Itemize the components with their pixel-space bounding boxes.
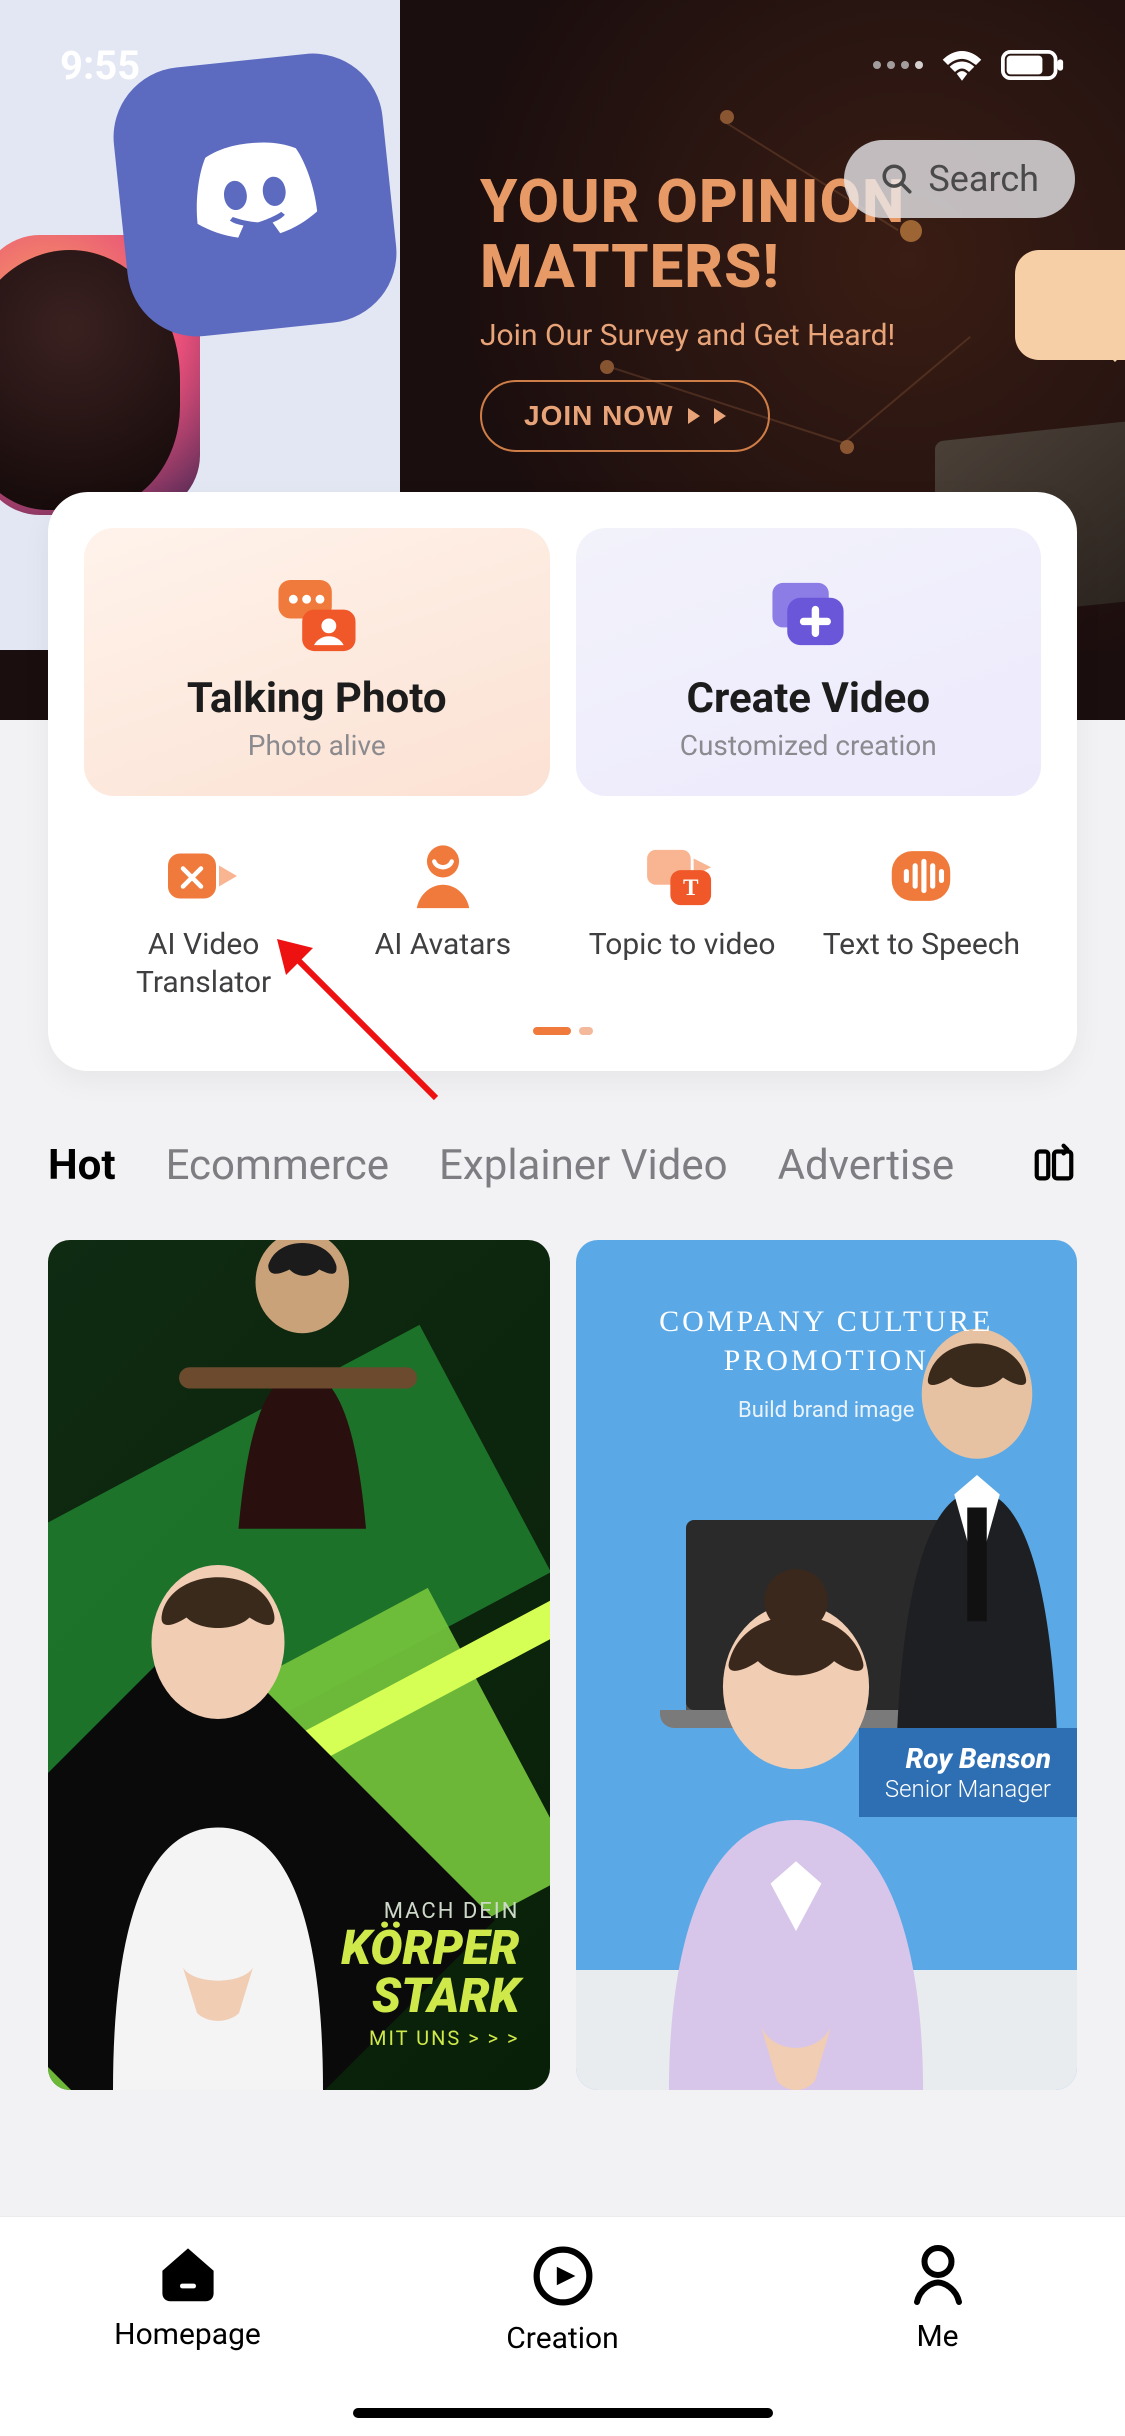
clock: 9:55 (60, 42, 140, 89)
nav-homepage[interactable]: Homepage (0, 2217, 375, 2436)
avatar-icon (323, 836, 562, 916)
talking-photo-tile[interactable]: Talking Photo Photo alive (84, 528, 550, 796)
search-input[interactable]: Search (844, 140, 1075, 218)
banner-title-l2: MATTERS! (480, 231, 780, 302)
banner-subtitle: Join Our Survey and Get Heard! (480, 318, 895, 353)
discord-icon (164, 121, 347, 268)
woman-art (636, 1550, 956, 2090)
nav-label: Me (916, 2319, 958, 2354)
play-icon (714, 408, 726, 424)
category-tabs: Hot Ecommerce Explainer Video Advertise (48, 1140, 1077, 1190)
status-bar: 9:55 (0, 30, 1125, 100)
tile-label: Text to Speech (802, 926, 1041, 964)
gym-mit: MIT UNS > > > (341, 2026, 519, 2050)
tile-label: AI Avatars (323, 926, 562, 964)
wifi-icon (941, 49, 983, 81)
athlete-art (168, 1240, 428, 1550)
home-icon (156, 2245, 220, 2307)
tile-label: Topic to video (563, 926, 802, 964)
banner-title-l1: YOUR OPINION (480, 166, 905, 237)
corp-title: COMPANY CULTUREPROMOTION (576, 1302, 1078, 1380)
user-icon (910, 2245, 966, 2309)
tab-hot[interactable]: Hot (48, 1141, 116, 1190)
speech-bubble-deco (1015, 250, 1125, 360)
presenter-art (78, 1530, 358, 2090)
pager-dots (84, 1027, 1041, 1035)
svg-text:T: T (683, 875, 699, 901)
tile-label: AI VideoTranslator (84, 926, 323, 1001)
tab-explainer[interactable]: Explainer Video (439, 1141, 728, 1190)
search-icon (880, 162, 914, 196)
create-video-sub: Customized creation (596, 729, 1022, 762)
tab-ecommerce[interactable]: Ecommerce (166, 1141, 389, 1190)
gym-text-block: MACH DEIN KÖRPER STARK MIT UNS > > > (341, 1899, 519, 2050)
text-to-speech-tile[interactable]: Text to Speech (802, 836, 1041, 1001)
home-indicator (353, 2408, 773, 2418)
pagination-dots (873, 61, 923, 69)
talking-photo-title: Talking Photo (104, 674, 530, 723)
join-now-button[interactable]: JOIN NOW (480, 380, 770, 452)
template-card-corporate[interactable]: COMPANY CULTUREPROMOTION Build brand ima… (576, 1240, 1078, 2090)
nav-me[interactable]: Me (750, 2217, 1125, 2436)
bottom-nav: Homepage Creation Me (0, 2216, 1125, 2436)
corp-sub: Build brand image (576, 1398, 1078, 1423)
nav-creation[interactable]: Creation (375, 2217, 750, 2436)
templates-grid: MACH DEIN KÖRPER STARK MIT UNS > > > COM… (48, 1240, 1077, 2090)
search-placeholder: Search (928, 158, 1039, 200)
topic-to-video-tile[interactable]: T Topic to video (563, 836, 802, 1001)
tab-advertise[interactable]: Advertise (778, 1141, 955, 1190)
translate-icon (84, 836, 323, 916)
creation-icon (532, 2245, 594, 2311)
person-role: Senior Manager (885, 1775, 1051, 1803)
create-video-tile[interactable]: Create Video Customized creation (576, 528, 1042, 796)
gym-line1: KÖRPER (341, 1924, 519, 1972)
waveform-icon (802, 836, 1041, 916)
layout-toggle-icon[interactable] (1031, 1140, 1077, 1190)
banner-title: YOUR OPINION MATTERS! (480, 170, 905, 300)
play-icon (688, 408, 700, 424)
quick-actions-card: Talking Photo Photo alive Create Video C… (48, 492, 1077, 1071)
talking-photo-icon (104, 574, 530, 660)
template-card-gym[interactable]: MACH DEIN KÖRPER STARK MIT UNS > > > (48, 1240, 550, 2090)
name-tag: Roy Benson Senior Manager (859, 1728, 1077, 1817)
person-name: Roy Benson (885, 1742, 1051, 1775)
talking-photo-sub: Photo alive (104, 729, 530, 762)
nav-label: Creation (506, 2321, 618, 2356)
gym-line2: STARK (341, 1972, 519, 2020)
topic-icon: T (563, 836, 802, 916)
ai-video-translator-tile[interactable]: AI VideoTranslator (84, 836, 323, 1001)
battery-icon (1001, 49, 1065, 81)
join-now-label: JOIN NOW (524, 400, 674, 432)
create-video-title: Create Video (596, 674, 1022, 723)
create-video-icon (596, 574, 1022, 660)
nav-label: Homepage (114, 2317, 261, 2352)
ai-avatars-tile[interactable]: AI Avatars (323, 836, 562, 1001)
